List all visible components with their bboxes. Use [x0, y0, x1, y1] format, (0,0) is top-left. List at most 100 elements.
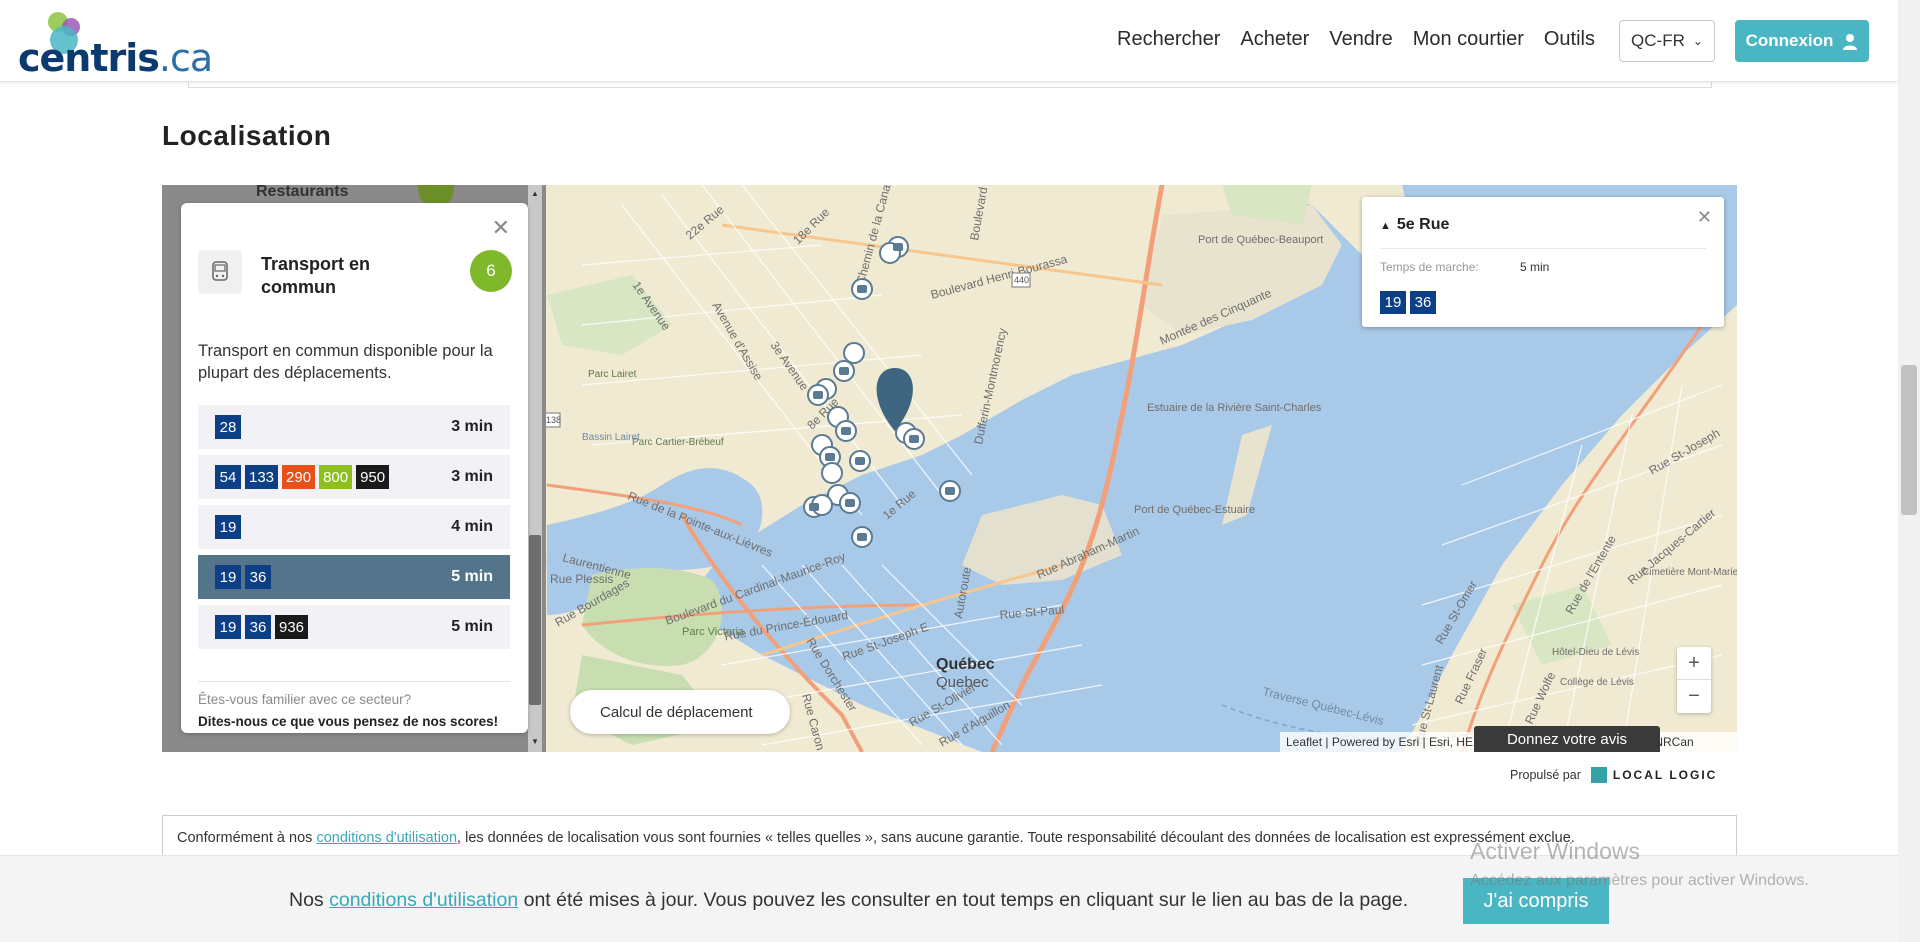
- svg-text:Hôtel-Dieu de Lévis: Hôtel-Dieu de Lévis: [1552, 647, 1639, 658]
- transit-route-row[interactable]: 19 4 min: [198, 505, 510, 549]
- transit-score-panel: ✕ Transport en commun 6 Transport en com…: [181, 203, 528, 733]
- transit-route-row[interactable]: 19 36 5 min: [198, 555, 510, 599]
- route-walk-time: 5 min: [451, 568, 493, 585]
- local-logic-logo[interactable]: LOCAL LOGIC: [1590, 767, 1717, 783]
- route-line-badges: 28: [215, 415, 245, 439]
- route-line-badges: 19 36 936: [215, 615, 312, 639]
- route-line-badges: 19 36: [215, 565, 275, 589]
- sidebar-scrollbar[interactable]: ▲ ▼: [528, 185, 542, 752]
- zoom-in-button[interactable]: +: [1677, 647, 1711, 680]
- nav-outils[interactable]: Outils: [1544, 28, 1595, 51]
- route-line-badges: 19: [215, 515, 245, 539]
- bus-line-badge: 36: [245, 615, 271, 639]
- main-nav: Rechercher Acheter Vendre Mon courtier O…: [1117, 28, 1615, 51]
- popup-line-badges: 19 36: [1380, 291, 1440, 314]
- route-walk-time: 5 min: [451, 618, 493, 635]
- transit-route-row[interactable]: 19 36 936 5 min: [198, 605, 510, 649]
- close-icon[interactable]: ✕: [492, 215, 510, 241]
- svg-text:Parc Lairet: Parc Lairet: [588, 369, 637, 380]
- svg-text:Port de Québec-Beauport: Port de Québec-Beauport: [1198, 234, 1323, 246]
- zoom-out-button[interactable]: −: [1677, 680, 1711, 713]
- transit-route-list: 28 3 min 54 133 290 800 950 3 min 19 4 min 1…: [198, 405, 510, 655]
- bus-line-badge: 36: [1410, 291, 1436, 314]
- local-logic-icon: [1590, 767, 1607, 783]
- bus-line-badge: 28: [215, 415, 241, 439]
- bus-line-badge: 19: [1380, 291, 1406, 314]
- nav-vendre[interactable]: Vendre: [1329, 28, 1392, 51]
- travel-calculation-button[interactable]: Calcul de déplacement: [570, 690, 790, 734]
- windows-activation-subtext: Accédez aux paramètres pour activer Wind…: [1470, 872, 1809, 889]
- language-select[interactable]: QC-FR ⌄: [1619, 20, 1715, 62]
- location-map[interactable]: Port de Québec-Beauport Estuaire de la R…: [162, 185, 1737, 752]
- svg-text:Bassin Lairet: Bassin Lairet: [582, 432, 640, 443]
- caret-up-icon: ▲: [1380, 220, 1391, 232]
- route-walk-time: 4 min: [451, 518, 493, 535]
- page-scrollbar-thumb[interactable]: [1901, 365, 1917, 515]
- terms-link[interactable]: conditions d'utilisation: [316, 830, 457, 846]
- login-label: Connexion: [1745, 31, 1834, 50]
- page-scrollbar[interactable]: [1898, 0, 1920, 942]
- banner-message: Nos conditions d'utilisation ont été mis…: [289, 889, 1409, 911]
- previous-section-border: [188, 82, 1712, 88]
- feedback-link[interactable]: Dites-nous ce que vous pensez de nos sco…: [198, 714, 498, 729]
- bus-line-badge: 36: [245, 565, 271, 589]
- transit-panel-title: Transport en commun: [261, 254, 371, 297]
- route-walk-time: 3 min: [451, 418, 493, 435]
- svg-text:Rue Plessis: Rue Plessis: [550, 572, 613, 586]
- walk-time-value: 5 min: [1520, 260, 1550, 274]
- site-header: centris.ca Rechercher Acheter Vendre Mon…: [0, 0, 1898, 82]
- close-icon[interactable]: ✕: [1697, 207, 1712, 228]
- panel-divider: [198, 681, 510, 682]
- feedback-tab-button[interactable]: Donnez votre avis: [1474, 726, 1660, 752]
- svg-text:138: 138: [546, 415, 561, 425]
- bus-line-badge: 133: [245, 465, 279, 489]
- bus-line-badge: 54: [215, 465, 241, 489]
- terms-update-banner: Nos conditions d'utilisation ont été mis…: [0, 855, 1898, 942]
- feedback-question: Êtes-vous familier avec ce secteur?: [198, 692, 412, 707]
- windows-activation-watermark: Activer Windows: [1470, 838, 1640, 864]
- bus-line-badge: 800: [319, 465, 353, 489]
- disclaimer-text-end: , les données de localisation vous sont …: [457, 830, 1575, 846]
- transit-score-badge: 6: [470, 250, 512, 292]
- bus-line-badge: 290: [282, 465, 316, 489]
- bus-icon: [212, 261, 228, 281]
- stop-popup: ▲ 5e Rue ✕ Temps de marche: 5 min 19 36: [1362, 197, 1724, 327]
- svg-text:Parc Cartier-Brébeuf: Parc Cartier-Brébeuf: [632, 437, 724, 448]
- transit-route-row[interactable]: 28 3 min: [198, 405, 510, 449]
- bus-line-badge: 19: [215, 565, 241, 589]
- bus-line-badge: 950: [356, 465, 390, 489]
- sidebar-item-restaurants[interactable]: Restaurants: [256, 185, 348, 201]
- route-line-badges: 54 133 290 800 950: [215, 465, 393, 489]
- nav-mon-courtier[interactable]: Mon courtier: [1413, 28, 1524, 51]
- powered-by: Propulsé par LOCAL LOGIC: [1510, 767, 1717, 783]
- login-button[interactable]: Connexion: [1735, 20, 1869, 62]
- popup-title: ▲ 5e Rue: [1380, 216, 1450, 233]
- transit-description: Transport en commun disponible pour la p…: [198, 342, 493, 382]
- svg-text:Québec: Québec: [936, 656, 995, 673]
- chevron-down-icon: ⌄: [1692, 34, 1703, 48]
- nav-acheter[interactable]: Acheter: [1240, 28, 1309, 51]
- bus-line-badge: 936: [275, 615, 309, 639]
- svg-text:Quebec: Quebec: [936, 674, 989, 691]
- transit-panel-icon: [198, 250, 242, 294]
- scroll-down-icon[interactable]: ▼: [531, 737, 539, 746]
- svg-text:440: 440: [1014, 275, 1029, 285]
- route-walk-time: 3 min: [451, 468, 493, 485]
- transit-route-row[interactable]: 54 133 290 800 950 3 min: [198, 455, 510, 499]
- user-icon: [1843, 33, 1858, 50]
- zoom-control: + −: [1677, 647, 1711, 713]
- walk-time-label: Temps de marche:: [1380, 260, 1479, 274]
- svg-text:Cimetière Mont-Marie: Cimetière Mont-Marie: [1642, 567, 1737, 578]
- popup-divider: [1380, 248, 1706, 249]
- scroll-up-icon[interactable]: ▲: [531, 189, 539, 198]
- bus-line-badge: 19: [215, 515, 241, 539]
- centris-logo[interactable]: centris.ca: [18, 10, 213, 80]
- disclaimer-text-start: Conformément à nos: [177, 830, 317, 846]
- powered-by-label: Propulsé par: [1510, 768, 1581, 782]
- svg-text:Estuaire de la Rivière Saint-C: Estuaire de la Rivière Saint-Charles: [1147, 402, 1322, 414]
- banner-terms-link[interactable]: conditions d'utilisation: [329, 889, 518, 911]
- scrollbar-thumb[interactable]: [529, 535, 541, 705]
- nav-rechercher[interactable]: Rechercher: [1117, 28, 1220, 51]
- logo-word: centris.ca: [18, 36, 213, 80]
- svg-text:Port de Québec-Estuaire: Port de Québec-Estuaire: [1134, 504, 1255, 516]
